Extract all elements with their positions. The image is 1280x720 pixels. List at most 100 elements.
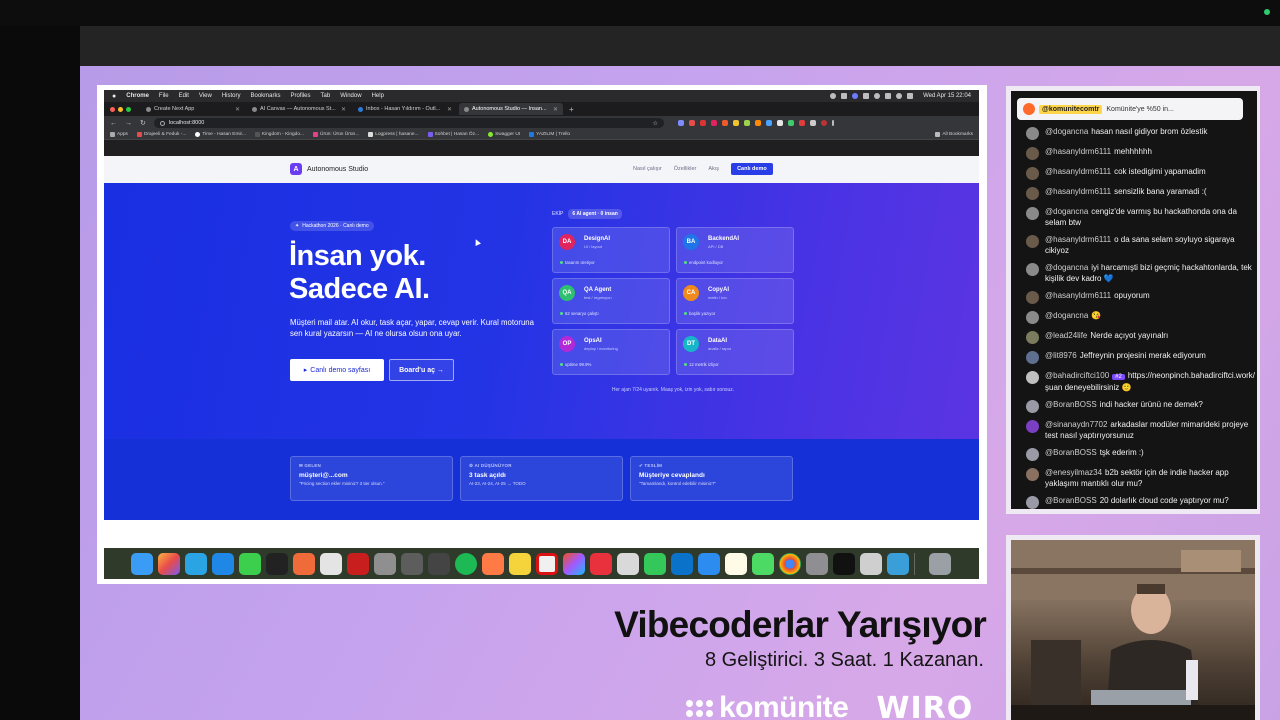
notes-app-icon[interactable] — [725, 552, 747, 575]
battery-icon[interactable] — [874, 93, 881, 99]
whatsapp-icon[interactable] — [752, 552, 774, 575]
status-icon[interactable] — [830, 93, 837, 99]
chat-username[interactable]: @hasanyldrm6111 — [1045, 147, 1111, 156]
user-avatar[interactable] — [1026, 468, 1039, 481]
agent-card[interactable]: BA BackendAI API / DB endpoint kodluyor — [676, 227, 794, 273]
user-avatar[interactable] — [1026, 400, 1039, 413]
menu-window[interactable]: Window — [340, 93, 361, 99]
windows-app-icon[interactable] — [698, 552, 720, 575]
bookmark[interactable]: Sohbet | Hasan Öz... — [427, 132, 479, 137]
bookmark[interactable]: Swagger UI — [488, 132, 520, 137]
pinned-message[interactable]: @komunitecomtr Komünite'ye %50 in... — [1017, 98, 1243, 120]
chat-username[interactable]: @hasanyldrm6111 — [1045, 291, 1111, 300]
extension-icon[interactable] — [688, 120, 695, 126]
menu-app-name[interactable]: Chrome — [126, 93, 149, 99]
agent-card[interactable]: DT DataAI analiz / rapor 12 metrik izliyor — [676, 329, 794, 375]
extension-icon[interactable] — [787, 120, 794, 126]
nav-how-it-works[interactable]: Nasıl çalışır — [633, 166, 662, 172]
chat-username[interactable]: @dogancna — [1045, 127, 1088, 136]
more-menu-icon[interactable] — [831, 120, 834, 126]
app-icon[interactable] — [887, 552, 909, 575]
bookmark[interactable]: Logpress | hasane... — [368, 132, 419, 137]
bookmark[interactable]: Drajeeli & Feduk -... — [136, 132, 186, 137]
app-icon[interactable] — [293, 552, 315, 575]
user-avatar[interactable] — [1026, 147, 1039, 160]
all-bookmarks[interactable]: All Bookmarks — [935, 132, 973, 137]
chat-username[interactable]: @hasanyldrm6111 — [1045, 167, 1111, 176]
apple-icon[interactable]: ● — [112, 93, 116, 100]
chat-username[interactable]: @bahadirciftci100 — [1045, 371, 1109, 380]
agent-card[interactable]: QA QA Agent test / regresyon 62 senaryo çal… — [552, 278, 670, 324]
menu-file[interactable]: File — [159, 93, 169, 99]
menu-tab[interactable]: Tab — [321, 93, 331, 99]
control-center-icon[interactable] — [907, 93, 914, 99]
app-icon[interactable] — [428, 552, 450, 575]
user-avatar[interactable] — [1026, 371, 1039, 384]
menu-edit[interactable]: Edit — [179, 93, 189, 99]
user-avatar[interactable] — [1026, 291, 1039, 304]
back-icon[interactable]: ← — [110, 120, 117, 127]
menu-profiles[interactable]: Profiles — [291, 93, 311, 99]
live-demo-page-button[interactable]: ▸ Canlı demo sayfası — [290, 359, 384, 381]
app-icon[interactable] — [374, 552, 396, 575]
spotify-icon[interactable] — [455, 552, 477, 575]
app-icon[interactable] — [617, 552, 639, 575]
extension-icon[interactable] — [677, 120, 684, 126]
user-avatar[interactable] — [1026, 207, 1039, 220]
site-info-icon[interactable] — [159, 120, 165, 126]
nav-flow[interactable]: Akış — [708, 166, 719, 172]
agent-card[interactable]: DA DesignAI UI / layout tasarım üretiyor — [552, 227, 670, 273]
forward-icon[interactable]: → — [125, 120, 132, 127]
menu-history[interactable]: History — [222, 93, 241, 99]
profile-avatar-icon[interactable] — [820, 120, 827, 126]
browser-tab-active[interactable]: Autonomous Studio — İnsan... ✕ — [459, 103, 563, 115]
close-tab-icon[interactable]: ✕ — [341, 106, 346, 113]
user-avatar[interactable] — [1026, 235, 1039, 248]
user-avatar[interactable] — [1026, 496, 1039, 509]
telegram-icon[interactable] — [185, 552, 207, 575]
finder-icon[interactable] — [131, 552, 153, 575]
claude-icon[interactable] — [482, 552, 504, 575]
vscode-icon[interactable] — [212, 552, 234, 575]
chat-username[interactable]: @hasanyldrm6111 — [1045, 235, 1111, 244]
app-icon[interactable] — [590, 552, 612, 575]
filezilla-icon[interactable] — [347, 552, 369, 575]
extension-icon[interactable] — [721, 120, 728, 126]
agent-card[interactable]: OP OpsAI deploy / monitoring uptime 99.9% — [552, 329, 670, 375]
chat-username[interactable]: @dogancna — [1045, 263, 1088, 272]
agent-card[interactable]: CA CopyAI metin / ton başlık yazıyor — [676, 278, 794, 324]
maximize-window-icon[interactable] — [126, 106, 131, 112]
user-avatar[interactable] — [1026, 263, 1039, 276]
extension-icon[interactable] — [732, 120, 739, 126]
facetime-icon[interactable] — [644, 552, 666, 575]
browser-tab[interactable]: Create Next App ✕ — [141, 103, 245, 115]
chat-username[interactable]: @BoranBOSS — [1045, 400, 1097, 409]
launchpad-icon[interactable] — [158, 552, 180, 575]
outlook-icon[interactable] — [671, 552, 693, 575]
extension-icon[interactable] — [710, 120, 717, 126]
settings-icon[interactable] — [806, 552, 828, 575]
nav-live-demo-button[interactable]: Canlı demo — [731, 163, 773, 175]
bluetooth-icon[interactable] — [863, 93, 870, 99]
close-tab-icon[interactable]: ✕ — [447, 106, 452, 113]
close-window-icon[interactable] — [110, 106, 115, 112]
chat-username[interactable]: @dogancna — [1045, 207, 1088, 216]
nav-features[interactable]: Özellikler — [674, 166, 697, 172]
chat-username[interactable]: @sinanaydn7702 — [1045, 420, 1107, 429]
bookmark-star-icon[interactable]: ☆ — [652, 120, 657, 127]
open-board-button[interactable]: Board'u aç → — [389, 359, 454, 381]
chat-username[interactable]: @enesyilmaz34 — [1045, 468, 1102, 477]
user-avatar[interactable] — [1026, 351, 1039, 364]
menu-help[interactable]: Help — [372, 93, 384, 99]
messages-icon[interactable] — [239, 552, 261, 575]
close-tab-icon[interactable]: ✕ — [235, 106, 240, 113]
extension-icon[interactable] — [699, 120, 706, 126]
terminal-icon[interactable] — [833, 552, 855, 575]
bookmark-apps[interactable]: Apps — [110, 132, 128, 137]
bookmark[interactable]: YAZILIM | Trello — [529, 132, 570, 137]
user-avatar[interactable] — [1026, 448, 1039, 461]
extension-icon[interactable] — [743, 120, 750, 126]
status-icon[interactable] — [852, 93, 859, 99]
user-avatar[interactable] — [1026, 187, 1039, 200]
chat-username[interactable]: @lead24life — [1045, 331, 1087, 340]
